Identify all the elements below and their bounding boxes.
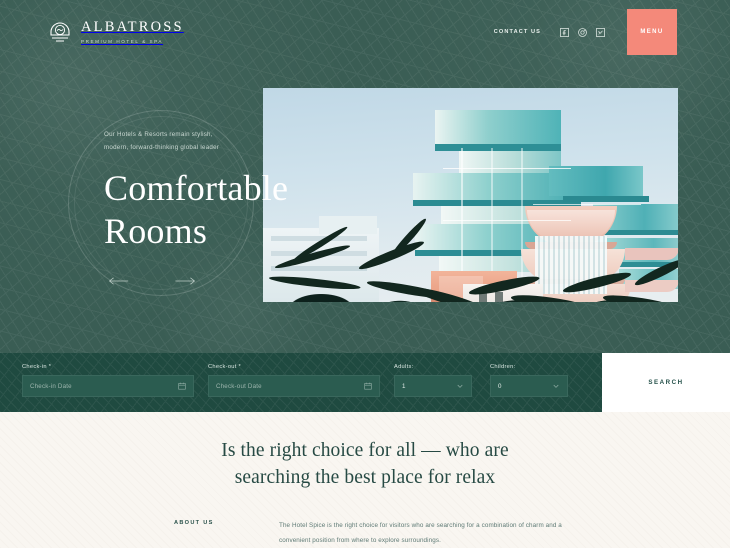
twitter-link[interactable] bbox=[596, 27, 605, 37]
chevron-down-icon bbox=[457, 384, 463, 388]
checkin-label: Check-in * bbox=[22, 364, 52, 370]
chevron-down-icon bbox=[553, 384, 559, 388]
about-section: Is the right choice for all — who are se… bbox=[0, 412, 730, 548]
children-value: 0 bbox=[498, 382, 502, 390]
calendar-icon bbox=[178, 382, 186, 390]
site-header: ALBATROSS PREMIUM HOTEL & SPA CONTACT US bbox=[0, 0, 730, 64]
menu-button-label: MENU bbox=[640, 29, 664, 35]
social-links bbox=[560, 27, 605, 37]
about-heading-line-1: Is the right choice for all — who are bbox=[221, 440, 509, 461]
hero-title-line-1: Comfortable bbox=[104, 168, 289, 209]
hero-title: Comfortable Rooms bbox=[104, 167, 334, 252]
search-button-label: SEARCH bbox=[648, 379, 684, 386]
adults-field: Adults: 1 bbox=[394, 364, 472, 397]
about-heading: Is the right choice for all — who are se… bbox=[0, 412, 730, 492]
about-heading-line-2: searching the best place for relax bbox=[234, 466, 496, 488]
adults-select[interactable]: 1 bbox=[394, 375, 472, 397]
hero-copy: Our Hotels & Resorts remain stylish, mod… bbox=[104, 128, 334, 286]
calendar-icon bbox=[364, 382, 372, 390]
about-section-label: ABOUT US bbox=[174, 519, 214, 526]
brand-tagline: PREMIUM HOTEL & SPA bbox=[81, 38, 164, 44]
hero-slider-controls bbox=[108, 276, 334, 286]
adults-value: 1 bbox=[402, 382, 406, 390]
checkin-input[interactable]: Check-in Date bbox=[22, 375, 194, 397]
menu-button[interactable]: MENU bbox=[627, 9, 677, 55]
arrow-right-icon[interactable] bbox=[174, 276, 196, 286]
children-select[interactable]: 0 bbox=[490, 375, 568, 397]
hero-title-line-2: Rooms bbox=[104, 210, 208, 251]
albatross-dome-emblem-icon bbox=[50, 22, 70, 42]
brand-name: ALBATROSS bbox=[81, 19, 184, 36]
checkout-value: Check-out Date bbox=[216, 382, 262, 390]
about-body: ABOUT US The Hotel Spice is the right ch… bbox=[0, 519, 730, 548]
hero-subtitle: Our Hotels & Resorts remain stylish, mod… bbox=[104, 131, 220, 152]
checkout-label: Check-out * bbox=[208, 364, 242, 370]
about-paragraph: The Hotel Spice is the right choice for … bbox=[279, 521, 562, 544]
booking-fields: Check-in * Check-in Date Check-out * Che… bbox=[0, 353, 602, 412]
twitter-icon bbox=[596, 27, 605, 37]
facebook-link[interactable] bbox=[560, 27, 569, 37]
arrow-left-icon[interactable] bbox=[108, 276, 130, 286]
children-field: Children: 0 bbox=[490, 364, 568, 397]
checkin-field: Check-in * Check-in Date bbox=[22, 364, 194, 397]
instagram-link[interactable] bbox=[578, 27, 587, 37]
booking-search-bar: Check-in * Check-in Date Check-out * Che… bbox=[0, 353, 730, 412]
children-label: Children: bbox=[490, 364, 516, 370]
facebook-icon bbox=[560, 27, 569, 37]
brand-logo[interactable]: ALBATROSS PREMIUM HOTEL & SPA bbox=[48, 19, 184, 45]
hotel-landing-page: ALBATROSS PREMIUM HOTEL & SPA CONTACT US bbox=[0, 0, 730, 548]
checkout-field: Check-out * Check-out Date bbox=[208, 364, 380, 397]
instagram-icon bbox=[578, 27, 587, 37]
header-nav-right: CONTACT US MENU bbox=[494, 0, 730, 64]
search-button[interactable]: SEARCH bbox=[602, 353, 730, 412]
contact-us-link[interactable]: CONTACT US bbox=[494, 29, 541, 35]
checkin-value: Check-in Date bbox=[30, 382, 72, 390]
checkout-input[interactable]: Check-out Date bbox=[208, 375, 380, 397]
adults-label: Adults: bbox=[394, 364, 414, 370]
